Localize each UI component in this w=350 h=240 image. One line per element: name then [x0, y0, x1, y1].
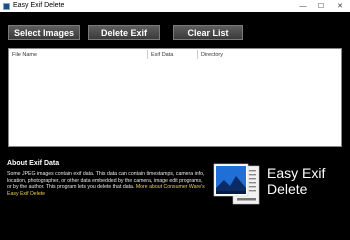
photo-with-exif-sheet-icon [213, 163, 260, 205]
about-description: Some JPEG images contain exif data. This… [7, 171, 207, 197]
select-images-button[interactable]: Select Images [8, 25, 80, 40]
about-heading: About Exif Data [7, 160, 60, 167]
brand-line-1: Easy Exif [267, 165, 326, 181]
minimize-button[interactable]: — [294, 0, 312, 12]
clear-list-button[interactable]: Clear List [173, 25, 243, 40]
app-icon [3, 2, 10, 10]
brand-line-2: Delete [267, 181, 308, 197]
column-divider [147, 50, 148, 59]
title-bar: Easy Exif Delete — ☐ ✕ [0, 0, 350, 12]
app-window: Easy Exif Delete — ☐ ✕ Select Images Del… [0, 0, 350, 210]
maximize-button[interactable]: ☐ [312, 0, 330, 12]
close-button[interactable]: ✕ [330, 0, 350, 12]
column-header-directory[interactable]: Directory [201, 52, 223, 58]
toolbar: Select Images Delete Exif Clear List [8, 25, 342, 40]
column-divider [197, 50, 198, 59]
brand-name: Easy Exif Delete [267, 165, 325, 197]
column-header-file-name[interactable]: File Name [12, 52, 37, 58]
window-title: Easy Exif Delete [13, 2, 65, 9]
column-header-exif-data[interactable]: Exif Data [151, 52, 173, 58]
file-list[interactable]: File Name Exif Data Directory [8, 48, 342, 147]
delete-exif-button[interactable]: Delete Exif [88, 25, 160, 40]
